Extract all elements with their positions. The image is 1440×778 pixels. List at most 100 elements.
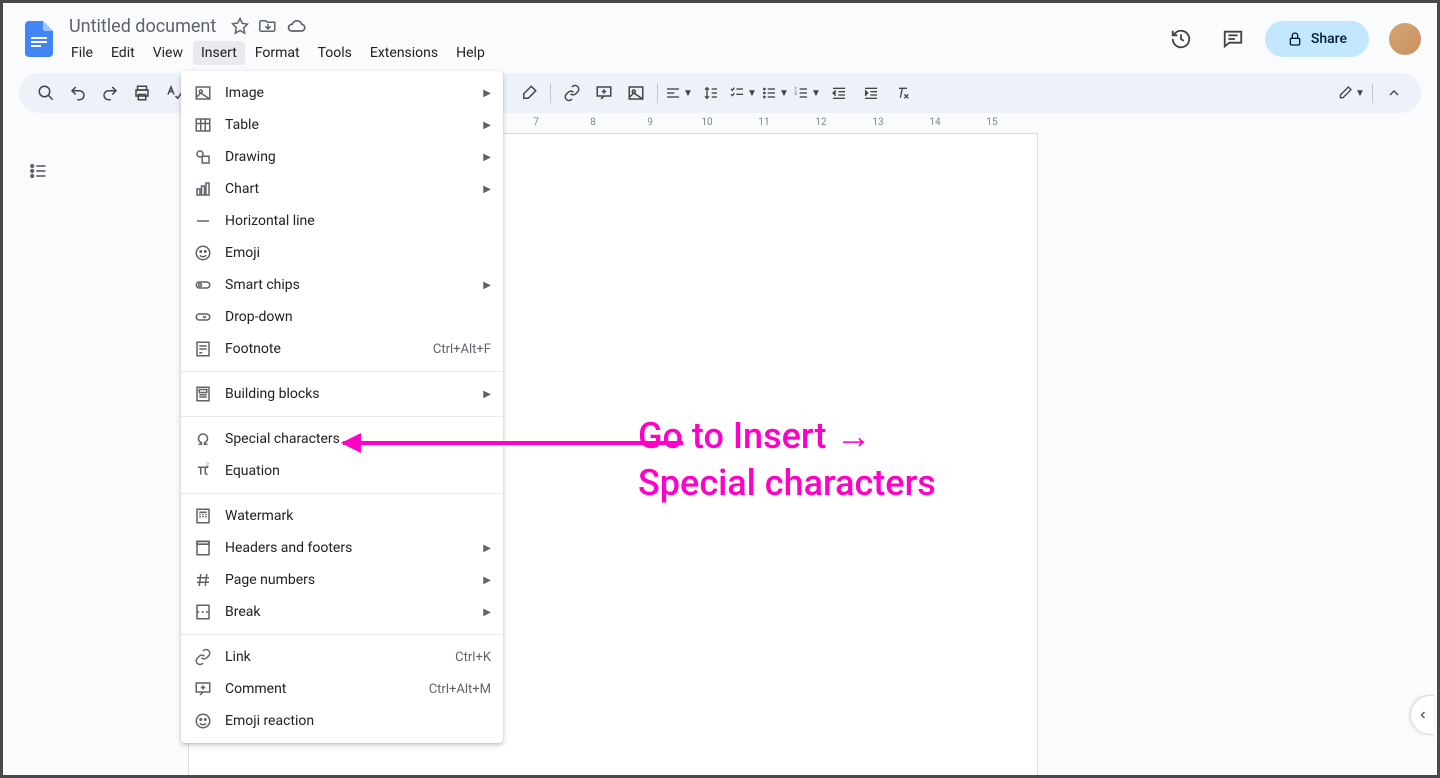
menu-item-label: Horizontal line — [225, 213, 491, 229]
ruler-tick: 12 — [815, 117, 826, 128]
menu-item-chart[interactable]: Chart▶ — [181, 173, 503, 205]
ruler-tick: 8 — [590, 117, 596, 128]
collapse-toolbar-icon[interactable] — [1379, 78, 1409, 108]
menu-item-break[interactable]: Break▶ — [181, 596, 503, 628]
ruler-tick: 11 — [758, 117, 769, 128]
hr-icon — [193, 211, 213, 231]
submenu-arrow-icon: ▶ — [483, 607, 491, 618]
submenu-arrow-icon: ▶ — [483, 575, 491, 586]
menu-item-image[interactable]: Image▶ — [181, 77, 503, 109]
menu-item-drop-down[interactable]: Drop-down — [181, 301, 503, 333]
menu-separator — [181, 493, 503, 494]
menu-item-horizontal-line[interactable]: Horizontal line — [181, 205, 503, 237]
menu-item-watermark[interactable]: Watermark — [181, 500, 503, 532]
menu-item-label: Page numbers — [225, 572, 483, 588]
highlight-icon[interactable] — [514, 78, 544, 108]
menu-item-equation[interactable]: 2Equation — [181, 455, 503, 487]
omega-icon — [193, 429, 213, 449]
chevron-left-icon — [1417, 709, 1429, 721]
menu-item-emoji-reaction[interactable]: Emoji reaction — [181, 705, 503, 737]
history-icon[interactable] — [1161, 19, 1201, 59]
drawing-icon — [193, 147, 213, 167]
menu-item-smart-chips[interactable]: Smart chips▶ — [181, 269, 503, 301]
ruler-tick: 15 — [986, 117, 997, 128]
star-icon[interactable] — [230, 16, 250, 36]
menu-item-label: Break — [225, 604, 483, 620]
menu-item-link[interactable]: LinkCtrl+K — [181, 641, 503, 673]
menu-item-headers-and-footers[interactable]: Headers and footers▶ — [181, 532, 503, 564]
chevron-down-icon: ▼ — [779, 88, 789, 99]
menu-item-label: Building blocks — [225, 386, 483, 402]
menu-tools[interactable]: Tools — [310, 41, 360, 65]
editing-mode-dropdown[interactable]: ▼ — [1336, 78, 1366, 108]
undo-icon[interactable] — [63, 78, 93, 108]
insert-dropdown-menu: Image▶Table▶Drawing▶Chart▶Horizontal lin… — [181, 71, 503, 743]
indent-increase-icon[interactable] — [856, 78, 886, 108]
menu-item-label: Special characters — [225, 431, 491, 447]
svg-text:2: 2 — [794, 91, 797, 97]
chevron-down-icon: ▼ — [683, 88, 693, 99]
align-dropdown[interactable]: ▼ — [664, 78, 694, 108]
redo-icon[interactable] — [95, 78, 125, 108]
menu-shortcut: Ctrl+K — [455, 650, 491, 665]
header: Untitled document File Edit View Insert … — [3, 3, 1437, 67]
outline-toggle[interactable] — [19, 133, 57, 775]
menu-format[interactable]: Format — [247, 41, 308, 65]
ruler-tick: 7 — [533, 117, 539, 128]
insert-image-icon[interactable] — [621, 78, 651, 108]
menu-shortcut: Ctrl+Alt+M — [429, 682, 491, 697]
insert-link-icon[interactable] — [557, 78, 587, 108]
table-icon — [193, 115, 213, 135]
add-comment-icon[interactable] — [589, 78, 619, 108]
menu-item-building-blocks[interactable]: Building blocks▶ — [181, 378, 503, 410]
submenu-arrow-icon: ▶ — [483, 184, 491, 195]
search-icon[interactable] — [31, 78, 61, 108]
menu-item-label: Link — [225, 649, 455, 665]
checklist-dropdown[interactable]: ▼ — [728, 78, 758, 108]
menu-item-label: Table — [225, 117, 483, 133]
share-button[interactable]: Share — [1265, 21, 1369, 57]
line-spacing-dropdown[interactable] — [696, 78, 726, 108]
menu-item-label: Smart chips — [225, 277, 483, 293]
hash-icon — [193, 570, 213, 590]
menu-item-label: Footnote — [225, 341, 433, 357]
clear-formatting-icon[interactable] — [888, 78, 918, 108]
menu-separator — [181, 634, 503, 635]
outline-icon — [28, 161, 48, 181]
headers-icon — [193, 538, 213, 558]
menu-help[interactable]: Help — [448, 41, 493, 65]
cloud-status-icon[interactable] — [286, 16, 306, 36]
menu-extensions[interactable]: Extensions — [362, 41, 446, 65]
menu-item-label: Emoji reaction — [225, 713, 491, 729]
numbered-list-dropdown[interactable]: 12▼ — [792, 78, 822, 108]
menu-file[interactable]: File — [63, 41, 101, 65]
submenu-arrow-icon: ▶ — [483, 280, 491, 291]
print-icon[interactable] — [127, 78, 157, 108]
menubar: File Edit View Insert Format Tools Exten… — [63, 41, 1161, 65]
move-icon[interactable] — [258, 16, 278, 36]
svg-text:2: 2 — [206, 463, 209, 469]
menu-item-page-numbers[interactable]: Page numbers▶ — [181, 564, 503, 596]
indent-decrease-icon[interactable] — [824, 78, 854, 108]
menu-item-special-characters[interactable]: Special characters — [181, 423, 503, 455]
vertical-ruler[interactable] — [57, 133, 73, 775]
menu-item-comment[interactable]: CommentCtrl+Alt+M — [181, 673, 503, 705]
dropdown-icon — [193, 307, 213, 327]
document-title[interactable]: Untitled document — [63, 14, 222, 39]
menu-item-label: Drawing — [225, 149, 483, 165]
footnote-icon — [193, 339, 213, 359]
menu-shortcut: Ctrl+Alt+F — [433, 342, 491, 357]
menu-item-footnote[interactable]: FootnoteCtrl+Alt+F — [181, 333, 503, 365]
menu-edit[interactable]: Edit — [103, 41, 143, 65]
chevron-down-icon: ▼ — [1355, 88, 1365, 99]
menu-insert[interactable]: Insert — [193, 41, 245, 65]
menu-view[interactable]: View — [145, 41, 191, 65]
menu-item-label: Emoji — [225, 245, 491, 261]
menu-item-drawing[interactable]: Drawing▶ — [181, 141, 503, 173]
comments-icon[interactable] — [1213, 19, 1253, 59]
docs-logo[interactable] — [19, 19, 59, 59]
bulleted-list-dropdown[interactable]: ▼ — [760, 78, 790, 108]
menu-item-table[interactable]: Table▶ — [181, 109, 503, 141]
menu-item-emoji[interactable]: Emoji — [181, 237, 503, 269]
avatar[interactable] — [1389, 23, 1421, 55]
